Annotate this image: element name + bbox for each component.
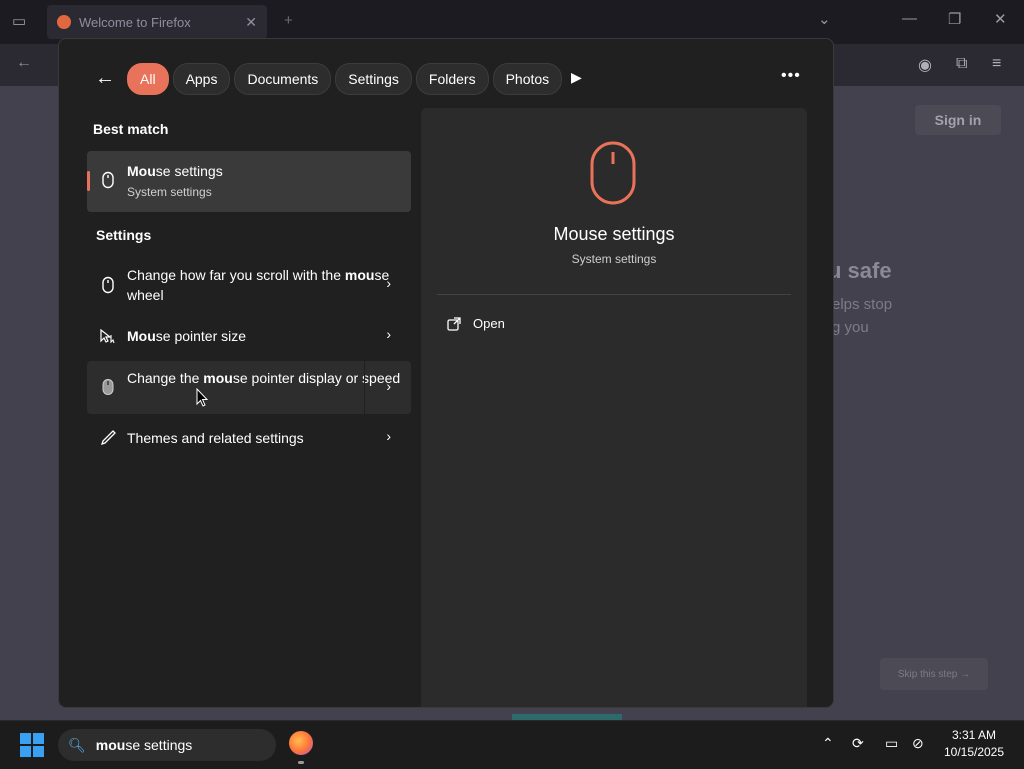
mouse-gray-icon	[102, 379, 114, 395]
sign-in-button[interactable]: Sign in	[915, 105, 1001, 135]
chevron-right-icon[interactable]: ›	[386, 428, 391, 444]
settings-section-label: Settings	[96, 227, 152, 243]
windows-start-icon[interactable]	[20, 733, 44, 757]
result-label: Change how far you scroll with the mouse…	[127, 267, 390, 303]
filter-photos[interactable]: Photos	[492, 63, 563, 95]
taskbar-search-box[interactable]: 🔍︎ mouse settings	[58, 729, 276, 761]
selection-indicator	[87, 171, 90, 191]
result-label: Mouse pointer size	[127, 328, 247, 344]
taskbar: 🔍︎ mouse settings ⌃ ⟳ ▭ ⊘ 3:31 AM 10/15/…	[0, 720, 1024, 769]
clock-date: 10/15/2025	[943, 745, 1005, 759]
minimize-icon[interactable]: —	[902, 10, 917, 27]
best-match-subtitle: System settings	[127, 185, 212, 199]
filter-folders[interactable]: Folders	[415, 63, 489, 95]
filter-documents[interactable]: Documents	[234, 63, 332, 95]
account-icon[interactable]: ◉	[918, 55, 932, 75]
result-label: Themes and related settings	[127, 430, 304, 446]
search-icon: 🔍︎	[68, 736, 86, 753]
result-pointer-display[interactable]: Change the mouse pointer display or spee…	[87, 361, 411, 414]
back-nav-icon[interactable]: ←	[16, 54, 32, 72]
item-split-divider	[364, 361, 365, 414]
menu-icon[interactable]: ≡	[992, 55, 1001, 73]
result-label: Change the mouse pointer display or spee…	[127, 370, 401, 386]
result-themes[interactable]: Themes and related settings ›	[87, 419, 411, 457]
tab-list-icon[interactable]: ▭	[12, 12, 26, 30]
filter-chips: All Apps Documents Settings Folders Phot…	[127, 63, 563, 95]
firefox-tab[interactable]: Welcome to Firefox ✕	[47, 5, 267, 39]
restore-icon[interactable]: ❐	[948, 10, 961, 28]
clock[interactable]: 3:31 AM 10/15/2025	[938, 727, 1010, 761]
filter-settings[interactable]: Settings	[335, 63, 412, 95]
close-tab-icon[interactable]: ✕	[245, 14, 257, 31]
open-action[interactable]: Open	[447, 316, 505, 331]
mouse-cursor-icon	[196, 388, 209, 407]
welcome-text-line1: elps stop	[832, 296, 893, 313]
tab-title: Welcome to Firefox	[79, 14, 191, 30]
tab-overflow-icon[interactable]: ⌄	[818, 10, 831, 28]
clock-time: 3:31 AM	[951, 728, 997, 742]
mouse-icon	[102, 171, 114, 189]
pointer-size-icon	[100, 328, 115, 344]
brush-icon	[100, 430, 116, 446]
chevron-up-icon[interactable]: ⌃	[822, 735, 834, 752]
more-options-icon[interactable]: •••	[781, 67, 801, 85]
welcome-text-line2: g you	[832, 319, 869, 336]
extensions-icon[interactable]: ⧉	[956, 55, 967, 73]
back-arrow-icon[interactable]: ←	[95, 67, 115, 90]
filter-apps[interactable]: Apps	[172, 63, 231, 95]
best-match-name: Mouse settings	[127, 163, 223, 179]
network-offline-icon[interactable]: ⊘	[912, 735, 924, 752]
more-filters-play-icon[interactable]: ▶	[571, 69, 582, 86]
mouse-large-icon	[590, 141, 636, 205]
mouse-wheel-icon	[102, 276, 114, 294]
firefox-taskbar-icon[interactable]	[289, 731, 313, 755]
chevron-right-icon[interactable]: ›	[386, 378, 391, 394]
result-scroll-wheel[interactable]: Change how far you scroll with the mouse…	[87, 257, 411, 313]
skip-step-button[interactable]: Skip this step →	[880, 658, 988, 690]
best-match-item[interactable]: Mouse settings System settings	[87, 151, 411, 212]
search-flyout: ← All Apps Documents Settings Folders Ph…	[58, 38, 834, 708]
sync-icon[interactable]: ⟳	[852, 735, 864, 752]
best-match-label: Best match	[93, 121, 169, 137]
open-label: Open	[473, 316, 505, 331]
new-tab-icon[interactable]: +	[284, 12, 293, 29]
filter-all[interactable]: All	[127, 63, 169, 95]
preview-pane: Mouse settings System settings Open	[421, 108, 807, 707]
preview-divider	[437, 294, 791, 295]
preview-title: Mouse settings	[553, 224, 675, 244]
chevron-right-icon[interactable]: ›	[386, 326, 391, 342]
display-icon[interactable]: ▭	[885, 735, 898, 752]
firefox-favicon-icon	[57, 15, 71, 29]
running-indicator	[298, 761, 304, 764]
chevron-right-icon[interactable]: ›	[386, 275, 391, 291]
search-input[interactable]: mouse settings	[96, 737, 193, 753]
welcome-heading: u safe	[828, 258, 892, 283]
open-external-icon	[447, 316, 461, 331]
result-pointer-size[interactable]: Mouse pointer size ›	[87, 317, 411, 355]
close-window-icon[interactable]: ✕	[994, 10, 1007, 28]
preview-subtitle: System settings	[571, 252, 657, 266]
